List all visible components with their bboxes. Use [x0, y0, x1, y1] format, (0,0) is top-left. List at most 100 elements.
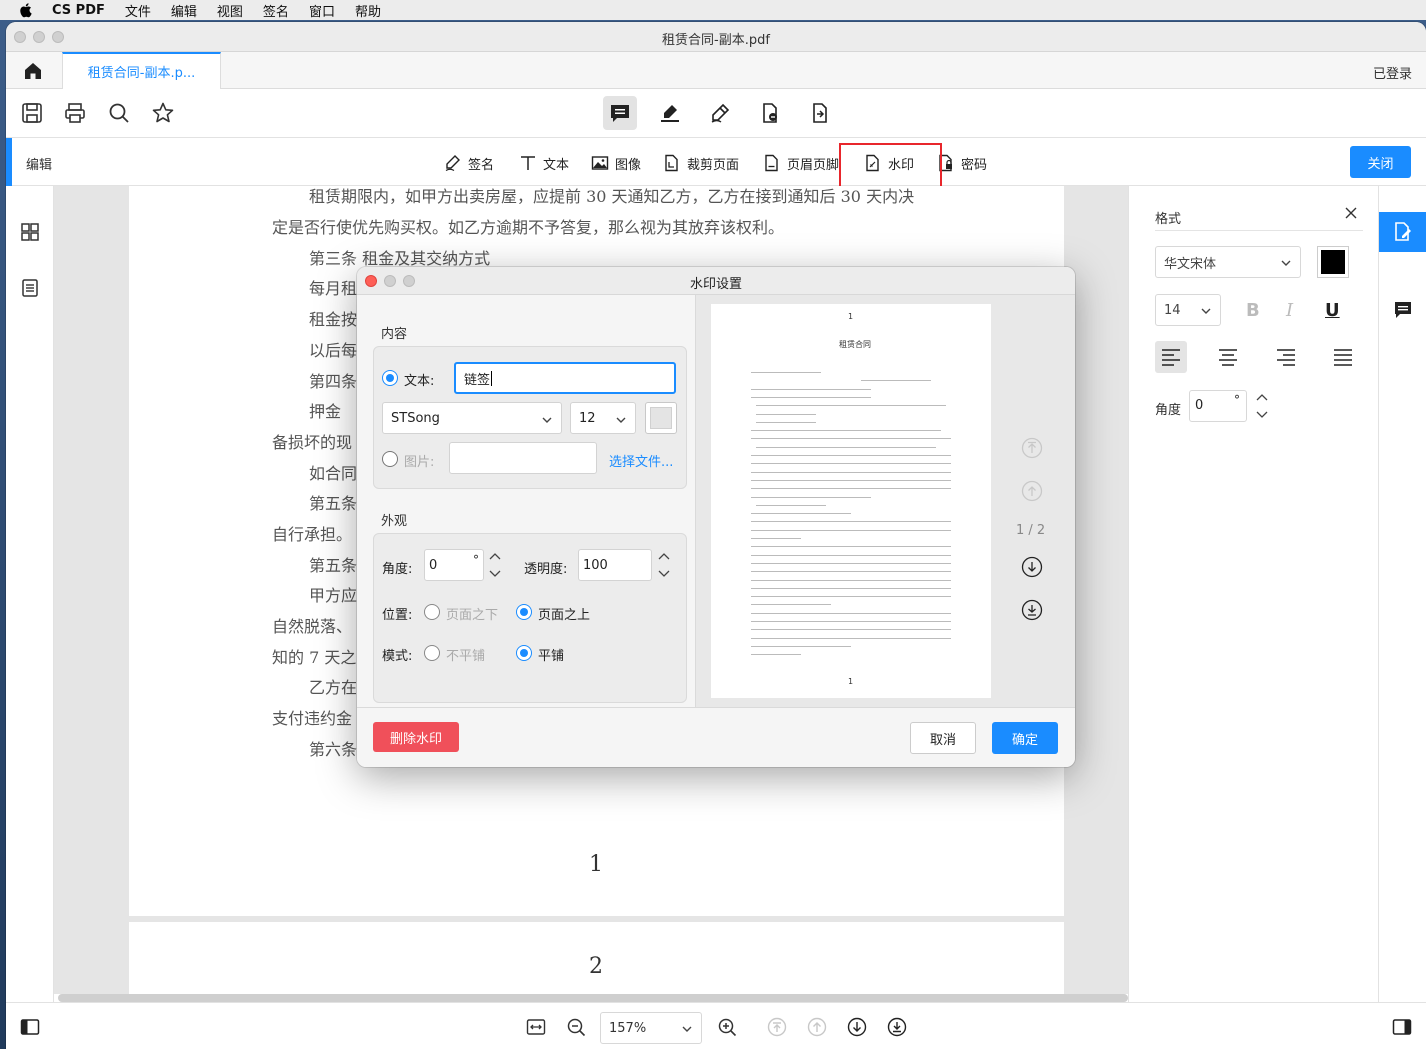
menu-sign[interactable]: 签名: [263, 1, 289, 20]
font-family-select[interactable]: 华文宋体: [1155, 246, 1301, 278]
font-size-select[interactable]: 14: [1155, 294, 1221, 326]
preview-previous-page-icon[interactable]: [1021, 480, 1043, 502]
menu-app-name[interactable]: CS PDF: [52, 3, 105, 18]
angle-stepper-icon[interactable]: [1255, 390, 1269, 422]
document-tab[interactable]: 租赁合同-副本.p...: [62, 52, 221, 89]
menu-view[interactable]: 视图: [217, 1, 243, 20]
align-justify-button[interactable]: [1327, 341, 1359, 373]
zoom-in-icon[interactable]: [717, 1017, 737, 1037]
close-icon[interactable]: [1344, 206, 1358, 220]
watermark-angle-input[interactable]: 0 °: [424, 549, 484, 581]
text-watermark-radio[interactable]: [382, 370, 398, 386]
align-right-icon: [1277, 349, 1295, 366]
toggle-left-panel-icon[interactable]: [20, 1017, 40, 1037]
delete-watermark-button[interactable]: 删除水印: [373, 722, 459, 752]
outline-icon[interactable]: [20, 278, 40, 298]
previous-page-icon[interactable]: [807, 1017, 827, 1037]
preview-text-line: [756, 405, 946, 407]
mode-label: 模式:: [382, 649, 413, 664]
tool-image[interactable]: 图像: [591, 152, 641, 174]
opacity-stepper-icon[interactable]: [657, 550, 671, 580]
star-icon[interactable]: [151, 101, 175, 125]
preview-text-line: [751, 596, 951, 598]
apple-logo-icon[interactable]: [18, 2, 32, 18]
confirm-button[interactable]: 确定: [992, 722, 1058, 754]
horizontal-scrollbar[interactable]: [58, 994, 1128, 1002]
preview-text-line: [756, 446, 936, 448]
text-icon: [521, 156, 535, 170]
next-page-icon[interactable]: [847, 1017, 867, 1037]
preview-first-page-icon[interactable]: [1021, 437, 1043, 459]
page-edit-mode-button[interactable]: [753, 96, 787, 130]
first-page-icon[interactable]: [767, 1017, 787, 1037]
zoom-select[interactable]: 157%: [600, 1012, 702, 1044]
dialog-title: 水印设置: [689, 277, 742, 292]
watermark-color-swatch[interactable]: [645, 402, 677, 434]
tool-header-footer[interactable]: 页眉页脚: [763, 152, 839, 174]
edit-properties-tab[interactable]: [1379, 212, 1426, 252]
macos-menubar: CS PDF 文件 编辑 视图 签名 窗口 帮助: [0, 0, 1426, 20]
align-left-button[interactable]: [1155, 341, 1187, 373]
watermark-size-select[interactable]: 12: [570, 402, 636, 434]
comment-list-icon[interactable]: [1393, 300, 1413, 320]
menu-edit[interactable]: 编辑: [171, 1, 197, 20]
above-page-radio[interactable]: [516, 604, 532, 620]
angle-input[interactable]: 0 °: [1189, 390, 1247, 422]
home-icon[interactable]: [22, 60, 44, 82]
divider: [1155, 230, 1363, 231]
doc-line: 押金: [309, 402, 342, 421]
chevron-down-icon: [1201, 308, 1211, 314]
italic-button[interactable]: I: [1286, 300, 1293, 321]
toggle-right-panel-icon[interactable]: [1392, 1017, 1412, 1037]
watermark-font-select[interactable]: STSong: [382, 402, 562, 434]
degree-symbol: °: [1234, 393, 1240, 407]
highlight-mode-button[interactable]: [653, 96, 687, 130]
tool-text[interactable]: 文本: [519, 152, 569, 174]
zoom-out-icon[interactable]: [566, 1017, 586, 1037]
comment-icon: [611, 105, 629, 122]
opacity-input[interactable]: 100: [578, 549, 652, 581]
preview-last-page-icon[interactable]: [1021, 599, 1043, 621]
doc-line: 支付违约金: [272, 709, 353, 728]
image-watermark-label: 图片:: [404, 455, 435, 470]
menu-file[interactable]: 文件: [125, 1, 151, 20]
align-right-button[interactable]: [1270, 341, 1302, 373]
close-edit-button[interactable]: 关闭: [1350, 146, 1411, 178]
tool-signature[interactable]: 签名: [444, 152, 494, 174]
choose-file-link[interactable]: 选择文件...: [609, 451, 673, 470]
tile-radio[interactable]: [516, 645, 532, 661]
font-size-value: 14: [1164, 302, 1181, 318]
image-path-input[interactable]: [449, 442, 597, 474]
preview-text-line: [861, 380, 931, 382]
preview-next-page-icon[interactable]: [1021, 556, 1043, 578]
image-watermark-radio[interactable]: [382, 451, 398, 467]
doc-line: 第三条 租金及其交纳方式: [309, 249, 491, 268]
preview-text-line: [751, 488, 951, 490]
menu-window[interactable]: 窗口: [309, 1, 335, 20]
menu-help[interactable]: 帮助: [355, 1, 381, 20]
font-color-swatch[interactable]: [1317, 246, 1349, 278]
angle-stepper-icon[interactable]: [488, 550, 502, 580]
thumbnails-icon[interactable]: [20, 222, 40, 242]
dialog-footer: 删除水印 取消 确定: [357, 707, 1075, 767]
bold-button[interactable]: B: [1246, 300, 1260, 321]
cancel-button[interactable]: 取消: [910, 722, 976, 754]
underline-button[interactable]: U: [1325, 300, 1340, 321]
no-tile-radio[interactable]: [424, 645, 440, 661]
tool-crop-page[interactable]: 裁剪页面: [663, 152, 739, 174]
text-watermark-label: 文本:: [404, 374, 435, 389]
print-icon[interactable]: [63, 101, 87, 125]
tool-password[interactable]: 密码: [937, 152, 987, 174]
comment-mode-button[interactable]: [603, 96, 637, 130]
below-page-radio[interactable]: [424, 604, 440, 620]
sign-mode-button[interactable]: [703, 96, 737, 130]
save-icon[interactable]: [20, 101, 44, 125]
watermark-text-input[interactable]: 链签: [454, 362, 676, 394]
login-status[interactable]: 已登录: [1373, 63, 1412, 82]
last-page-icon[interactable]: [887, 1017, 907, 1037]
edit-document-icon: [1395, 222, 1411, 241]
convert-mode-button[interactable]: [803, 96, 837, 130]
fit-width-icon[interactable]: [526, 1017, 546, 1037]
align-center-button[interactable]: [1212, 341, 1244, 373]
search-icon[interactable]: [107, 101, 131, 125]
